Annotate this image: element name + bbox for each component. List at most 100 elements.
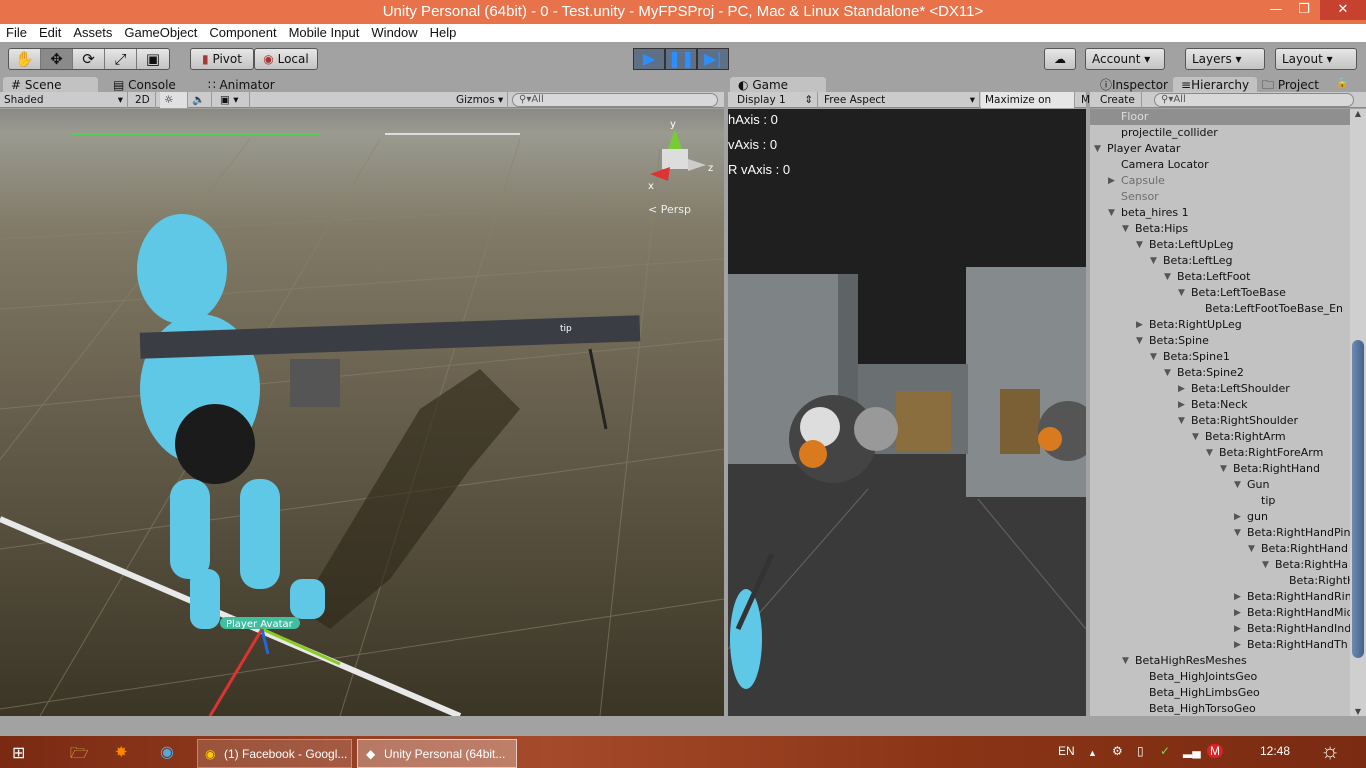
expand-arrow-down-icon[interactable]: ▼ bbox=[1248, 541, 1255, 557]
hierarchy-item[interactable]: ▶ Beta:RightHandMid bbox=[1090, 605, 1350, 621]
cloud-icon[interactable]: ☁ bbox=[1044, 48, 1076, 70]
app-icon[interactable]: ◉ bbox=[160, 742, 174, 761]
hierarchy-item[interactable]: Floor bbox=[1090, 109, 1350, 125]
more-toggle[interactable]: M bbox=[1077, 92, 1090, 108]
hierarchy-item[interactable]: projectile_collider bbox=[1090, 125, 1350, 141]
expand-arrow-right-icon[interactable]: ▶ bbox=[1234, 589, 1241, 605]
hierarchy-item[interactable]: Camera Locator bbox=[1090, 157, 1350, 173]
scale-tool-icon[interactable]: ⤢ bbox=[105, 49, 137, 69]
expand-arrow-right-icon[interactable]: ▶ bbox=[1234, 637, 1241, 653]
expand-arrow-down-icon[interactable]: ▼ bbox=[1178, 413, 1185, 429]
signal-icon[interactable]: ▂▄ bbox=[1183, 744, 1201, 758]
clock[interactable]: 12:48 bbox=[1260, 744, 1290, 758]
network-check-icon[interactable]: ✓ bbox=[1160, 744, 1170, 758]
hierarchy-item[interactable]: ▶ Beta:LeftShoulder bbox=[1090, 381, 1350, 397]
rect-tool-icon[interactable]: ▣ bbox=[137, 49, 169, 69]
layers-dropdown[interactable]: Layers ▾ bbox=[1185, 48, 1265, 70]
hierarchy-search-input[interactable]: ⚲▾All bbox=[1154, 93, 1354, 107]
expand-arrow-down-icon[interactable]: ▼ bbox=[1234, 477, 1241, 493]
create-dropdown[interactable]: Create ▾ bbox=[1096, 92, 1142, 122]
maximize-on-play-toggle[interactable]: Maximize on Play bbox=[981, 92, 1075, 122]
start-button-icon[interactable]: ⊞ bbox=[12, 743, 25, 762]
game-view[interactable]: hAxis : 0 vAxis : 0 R vAxis : 0 bbox=[728, 109, 1086, 716]
hierarchy-item[interactable]: ▼ Beta:LeftLeg bbox=[1090, 253, 1350, 269]
menu-file[interactable]: File bbox=[0, 24, 33, 42]
perspective-label[interactable]: < Persp bbox=[648, 203, 691, 216]
expand-arrow-down-icon[interactable]: ▼ bbox=[1094, 141, 1101, 157]
hierarchy-item[interactable]: ▼ Beta:RightHand bbox=[1090, 541, 1350, 557]
layout-dropdown[interactable]: Layout ▾ bbox=[1275, 48, 1357, 70]
expand-arrow-right-icon[interactable]: ▶ bbox=[1234, 605, 1241, 621]
effects-dropdown-icon[interactable]: ▣ ▾ bbox=[216, 92, 250, 108]
hierarchy-item[interactable]: ▼ Beta:RightHandPin bbox=[1090, 525, 1350, 541]
expand-arrow-down-icon[interactable]: ▼ bbox=[1206, 445, 1213, 461]
account-dropdown[interactable]: Account ▾ bbox=[1085, 48, 1165, 70]
brightness-icon[interactable]: ☼ bbox=[1320, 738, 1340, 764]
expand-arrow-right-icon[interactable]: ▶ bbox=[1178, 381, 1185, 397]
hierarchy-item[interactable]: ▼ Beta:Spine2 bbox=[1090, 365, 1350, 381]
expand-arrow-down-icon[interactable]: ▼ bbox=[1122, 653, 1129, 669]
hierarchy-item[interactable]: ▼ Beta:RightHa bbox=[1090, 557, 1350, 573]
hierarchy-item[interactable]: ▼ Player Avatar bbox=[1090, 141, 1350, 157]
step-button[interactable]: ▶| bbox=[697, 48, 729, 70]
menu-edit[interactable]: Edit bbox=[33, 24, 67, 42]
menu-gameobject[interactable]: GameObject bbox=[118, 24, 203, 42]
hierarchy-item[interactable]: Sensor bbox=[1090, 189, 1350, 205]
hierarchy-item[interactable]: ▼ Beta:RightArm bbox=[1090, 429, 1350, 445]
maximize-button[interactable]: ❐ bbox=[1290, 0, 1318, 20]
minimize-button[interactable]: — bbox=[1262, 0, 1290, 20]
lock-icon[interactable]: 🔒 bbox=[1336, 78, 1348, 89]
pause-button[interactable]: ❚❚ bbox=[665, 48, 697, 70]
2d-toggle[interactable]: 2D bbox=[131, 92, 156, 108]
hierarchy-item[interactable]: ▶ Beta:RightHandTh bbox=[1090, 637, 1350, 653]
scene-view[interactable]: tip Player Avatar y z x < Persp bbox=[0, 109, 724, 716]
hierarchy-item[interactable]: ▼ Beta:Spine bbox=[1090, 333, 1350, 349]
close-button[interactable]: ✕ bbox=[1320, 0, 1366, 20]
expand-arrow-right-icon[interactable]: ▶ bbox=[1234, 621, 1241, 637]
local-button[interactable]: ◉ Local bbox=[254, 48, 318, 70]
scrollbar-thumb[interactable] bbox=[1352, 340, 1364, 658]
hierarchy-item[interactable]: Beta_HighJointsGeo bbox=[1090, 669, 1350, 685]
scene-search-input[interactable]: ⚲▾All bbox=[512, 93, 718, 107]
expand-arrow-down-icon[interactable]: ▼ bbox=[1122, 221, 1129, 237]
scene-gizmo[interactable] bbox=[650, 129, 706, 181]
expand-arrow-down-icon[interactable]: ▼ bbox=[1262, 557, 1269, 573]
expand-arrow-down-icon[interactable]: ▼ bbox=[1220, 461, 1227, 477]
hierarchy-item[interactable]: ▼ Beta:LeftToeBase bbox=[1090, 285, 1350, 301]
expand-arrow-down-icon[interactable]: ▼ bbox=[1164, 365, 1171, 381]
expand-arrow-right-icon[interactable]: ▶ bbox=[1108, 173, 1115, 189]
expand-arrow-down-icon[interactable]: ▼ bbox=[1108, 205, 1115, 221]
hierarchy-item[interactable]: ▶ Beta:RightUpLeg bbox=[1090, 317, 1350, 333]
hierarchy-item[interactable]: ▼ Beta:LeftUpLeg bbox=[1090, 237, 1350, 253]
expand-arrow-right-icon[interactable]: ▶ bbox=[1178, 397, 1185, 413]
hierarchy-item[interactable]: Beta:RightH bbox=[1090, 573, 1350, 589]
expand-arrow-down-icon[interactable]: ▼ bbox=[1136, 333, 1143, 349]
menu-component[interactable]: Component bbox=[203, 24, 282, 42]
expand-arrow-right-icon[interactable]: ▶ bbox=[1136, 317, 1143, 333]
hierarchy-item[interactable]: Beta_HighTorsoGeo bbox=[1090, 701, 1350, 716]
expand-arrow-down-icon[interactable]: ▼ bbox=[1178, 285, 1185, 301]
gizmos-dropdown[interactable]: Gizmos ▾ bbox=[452, 92, 508, 108]
menu-help[interactable]: Help bbox=[424, 24, 463, 42]
hand-tool-icon[interactable]: ✋ bbox=[9, 49, 41, 69]
expand-arrow-down-icon[interactable]: ▼ bbox=[1192, 429, 1199, 445]
expand-arrow-down-icon[interactable]: ▼ bbox=[1164, 269, 1171, 285]
pivot-button[interactable]: ▮ Pivot bbox=[190, 48, 254, 70]
hierarchy-item[interactable]: ▶ Beta:Neck bbox=[1090, 397, 1350, 413]
battery-icon[interactable]: ▯ bbox=[1137, 744, 1144, 758]
move-tool-icon[interactable]: ✥ bbox=[41, 49, 73, 69]
rotate-tool-icon[interactable]: ⟳ bbox=[73, 49, 105, 69]
hierarchy-item[interactable]: ▶ gun bbox=[1090, 509, 1350, 525]
taskbar-item-chrome[interactable]: ◉ (1) Facebook - Googl... bbox=[197, 739, 352, 768]
display-dropdown[interactable]: Display 1 ⇕ bbox=[733, 92, 818, 108]
hierarchy-item[interactable]: ▼ Beta:Hips bbox=[1090, 221, 1350, 237]
expand-arrow-down-icon[interactable]: ▼ bbox=[1150, 349, 1157, 365]
hierarchy-item[interactable]: Beta_HighLimbsGeo bbox=[1090, 685, 1350, 701]
hierarchy-item[interactable]: ▼ Beta:RightForeArm bbox=[1090, 445, 1350, 461]
hierarchy-item[interactable]: ▼ Beta:LeftFoot bbox=[1090, 269, 1350, 285]
menu-mobile-input[interactable]: Mobile Input bbox=[283, 24, 366, 42]
menu-assets[interactable]: Assets bbox=[67, 24, 118, 42]
hierarchy-item[interactable]: ▶ Beta:RightHandInd bbox=[1090, 621, 1350, 637]
aspect-dropdown[interactable]: Free Aspect ▾ bbox=[820, 92, 980, 108]
expand-arrow-right-icon[interactable]: ▶ bbox=[1234, 509, 1241, 525]
